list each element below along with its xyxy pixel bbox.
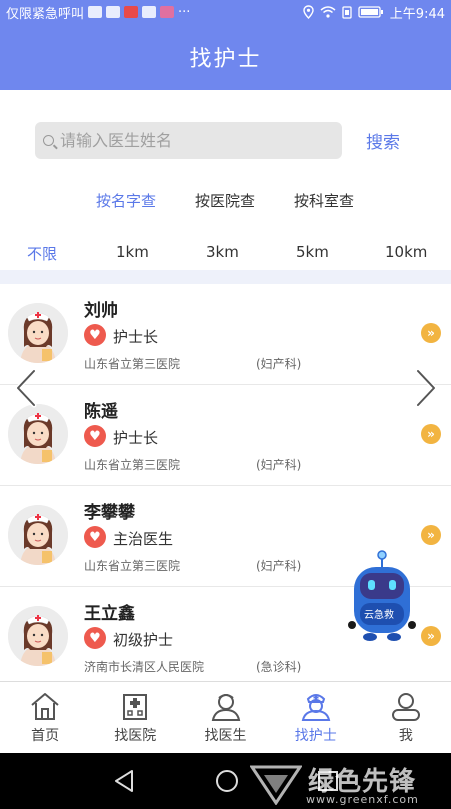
section-divider [0, 270, 451, 284]
watermark-logo [250, 765, 302, 805]
nurse-hospital: 山东省立第三医院 [84, 559, 181, 573]
doctor-icon [211, 694, 240, 721]
nav-find-hospital-label: 找医院 [114, 728, 157, 744]
nurse-name: 李攀攀 [84, 503, 135, 523]
tab-by-name[interactable]: 按名字查 [96, 190, 156, 211]
nurse-list-item[interactable]: 刘帅 ♥ 护士长 山东省立第三医院 (妇产科) » [0, 284, 451, 385]
back-icon[interactable] [112, 768, 136, 798]
sim-icon [342, 5, 352, 19]
nurse-icon [301, 694, 330, 721]
nurse-avatar [8, 303, 68, 363]
nav-me[interactable]: 我 [361, 682, 451, 753]
chevron-right-double-icon[interactable]: » [421, 626, 441, 646]
hospital-icon [123, 694, 148, 720]
wifi-icon [320, 6, 336, 18]
robot-icon [348, 550, 416, 641]
app-icon [160, 6, 175, 18]
news-icon [124, 6, 139, 18]
heart-icon: ♥ [84, 526, 106, 548]
nurse-avatar [8, 505, 68, 565]
distance-filter-10km[interactable]: 10km [385, 243, 427, 261]
search-icon [43, 135, 54, 146]
nurse-title: 护士长 [113, 429, 159, 447]
watermark: 绿色先锋 www.greenxf.com [246, 757, 451, 809]
nav-find-doctor[interactable]: 找医生 [180, 682, 270, 753]
cloud-rescue-robot-button[interactable]: 云急救 [348, 549, 416, 644]
nurse-title: 主治医生 [113, 530, 174, 548]
robot-label: 云急救 [364, 610, 394, 621]
nurse-hospital: 济南市长清区人民医院 [84, 660, 205, 674]
home-circle-icon[interactable] [214, 768, 240, 798]
nurse-title: 护士长 [113, 328, 159, 346]
paw-icon [142, 6, 157, 18]
status-bar: 仅限紧急呼叫 ··· 上午9:44 [0, 0, 451, 24]
watermark-url: www.greenxf.com [306, 793, 419, 806]
nav-find-doctor-label: 找医生 [204, 728, 247, 744]
nav-find-hospital[interactable]: 找医院 [90, 682, 180, 753]
nurse-department: (妇产科) [256, 559, 302, 573]
notification-icon [88, 6, 103, 18]
chevron-right-icon[interactable] [410, 368, 440, 408]
carrier-text: 仅限紧急呼叫 [6, 6, 85, 22]
user-icon [391, 693, 420, 721]
nav-find-nurse[interactable]: 找护士 [271, 682, 361, 753]
more-notifications-dots: ··· [178, 4, 191, 20]
chevron-right-double-icon[interactable]: » [421, 323, 441, 343]
search-box[interactable] [35, 122, 342, 159]
nav-find-nurse-label: 找护士 [294, 728, 337, 744]
nurse-hospital: 山东省立第三医院 [84, 458, 181, 472]
cloud-icon [106, 6, 121, 18]
tab-by-hospital[interactable]: 按医院查 [195, 190, 255, 211]
distance-filter-5km[interactable]: 5km [296, 243, 329, 261]
heart-icon: ♥ [84, 627, 106, 649]
nav-home-label: 首页 [31, 728, 60, 744]
clock-text: 上午9:44 [389, 6, 445, 22]
tab-by-department[interactable]: 按科室查 [294, 190, 354, 211]
battery-icon [358, 6, 383, 18]
bottom-tab-bar: 首页 找医院 找医生 找护士 我 [0, 681, 451, 753]
header-bar: 找护士 [0, 24, 451, 90]
nurse-department: (妇产科) [256, 458, 302, 472]
chevron-left-icon[interactable] [12, 368, 42, 408]
nurse-department: (妇产科) [256, 357, 302, 371]
heart-icon: ♥ [84, 324, 106, 346]
distance-filter-3km[interactable]: 3km [206, 243, 239, 261]
nurse-title: 初级护士 [113, 631, 174, 649]
location-icon [303, 5, 314, 19]
distance-filter-unlimited[interactable]: 不限 [27, 243, 57, 264]
nav-home[interactable]: 首页 [0, 682, 90, 753]
home-icon [31, 693, 59, 720]
nurse-avatar [8, 606, 68, 666]
chevron-right-double-icon[interactable]: » [421, 525, 441, 545]
chevron-right-double-icon[interactable]: » [421, 424, 441, 444]
nurse-name: 王立鑫 [84, 604, 135, 624]
nav-me-label: 我 [398, 728, 413, 744]
nurse-hospital: 山东省立第三医院 [84, 357, 181, 371]
distance-filter-1km[interactable]: 1km [116, 243, 149, 261]
nurse-avatar [8, 404, 68, 464]
nurse-department: (急诊科) [256, 660, 302, 674]
page-title: 找护士 [189, 47, 262, 72]
heart-icon: ♥ [84, 425, 106, 447]
search-input[interactable] [60, 131, 330, 150]
nurse-list-item[interactable]: 陈遥 ♥ 护士长 山东省立第三医院 (妇产科) » [0, 385, 451, 486]
search-button[interactable]: 搜索 [366, 128, 400, 153]
nurse-name: 陈遥 [84, 402, 118, 422]
nurse-name: 刘帅 [84, 301, 118, 321]
